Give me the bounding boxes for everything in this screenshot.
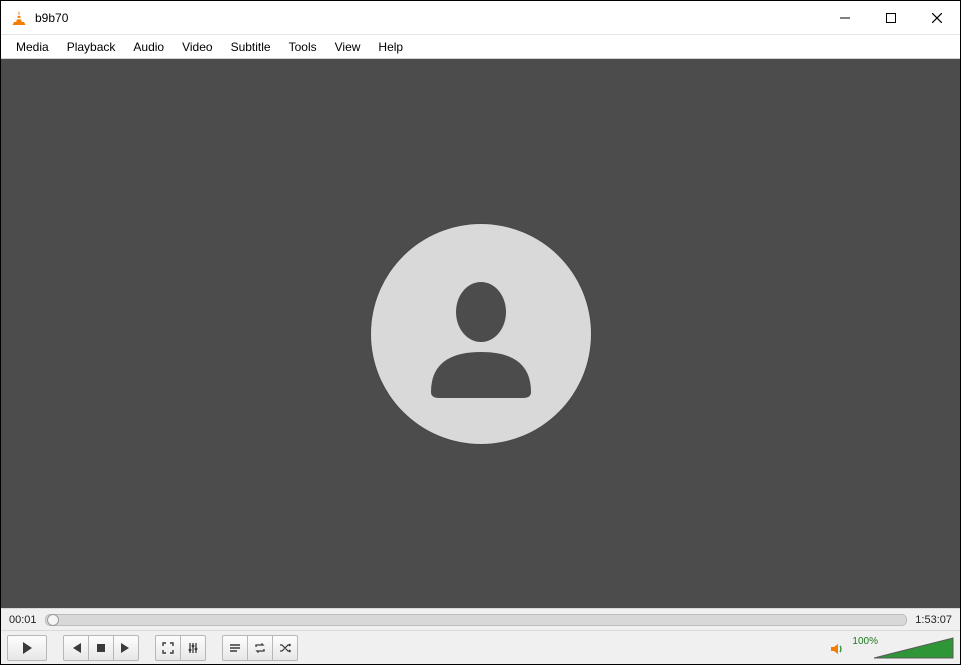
stop-icon bbox=[96, 643, 106, 653]
menu-subtitle[interactable]: Subtitle bbox=[222, 37, 280, 57]
play-button[interactable] bbox=[7, 635, 47, 661]
menu-media[interactable]: Media bbox=[7, 37, 58, 57]
fullscreen-button[interactable] bbox=[155, 635, 181, 661]
playlist-button[interactable] bbox=[222, 635, 248, 661]
shuffle-icon bbox=[279, 642, 291, 654]
seek-row: 00:01 1:53:07 bbox=[1, 608, 960, 630]
stop-button[interactable] bbox=[88, 635, 114, 661]
time-elapsed[interactable]: 00:01 bbox=[9, 614, 37, 626]
app-window: b9b70 Media Playback Audio Video Subtitl… bbox=[0, 0, 961, 665]
loop-icon bbox=[254, 642, 266, 654]
seek-thumb[interactable] bbox=[47, 614, 59, 626]
close-button[interactable] bbox=[914, 2, 960, 34]
play-icon bbox=[20, 641, 34, 655]
speaker-icon bbox=[829, 641, 845, 657]
volume-slider[interactable] bbox=[874, 637, 954, 659]
minimize-button[interactable] bbox=[822, 2, 868, 34]
seek-slider[interactable] bbox=[45, 614, 908, 626]
vlc-cone-icon bbox=[11, 10, 27, 26]
previous-button[interactable] bbox=[63, 635, 89, 661]
view-group bbox=[155, 635, 206, 661]
volume-label: 100% bbox=[852, 636, 878, 647]
menu-playback[interactable]: Playback bbox=[58, 37, 125, 57]
titlebar: b9b70 bbox=[1, 1, 960, 35]
skip-previous-icon bbox=[70, 642, 82, 654]
window-title: b9b70 bbox=[35, 11, 68, 25]
fullscreen-icon bbox=[162, 642, 174, 654]
menu-video[interactable]: Video bbox=[173, 37, 221, 57]
mute-button[interactable] bbox=[828, 641, 846, 657]
skip-next-icon bbox=[120, 642, 132, 654]
maximize-button[interactable] bbox=[868, 2, 914, 34]
menu-help[interactable]: Help bbox=[369, 37, 412, 57]
cover-art-placeholder bbox=[371, 224, 591, 444]
shuffle-button[interactable] bbox=[272, 635, 298, 661]
sliders-icon bbox=[187, 642, 199, 654]
loop-button[interactable] bbox=[247, 635, 273, 661]
controls-row: 100% bbox=[1, 630, 960, 664]
volume-control: 100% bbox=[828, 636, 954, 659]
video-area[interactable] bbox=[1, 59, 960, 608]
menu-audio[interactable]: Audio bbox=[124, 37, 173, 57]
skip-group bbox=[63, 635, 139, 661]
menu-view[interactable]: View bbox=[326, 37, 370, 57]
menubar: Media Playback Audio Video Subtitle Tool… bbox=[1, 35, 960, 59]
extended-settings-button[interactable] bbox=[180, 635, 206, 661]
next-button[interactable] bbox=[113, 635, 139, 661]
menu-tools[interactable]: Tools bbox=[280, 37, 326, 57]
person-icon bbox=[411, 264, 551, 404]
playlist-group bbox=[222, 635, 298, 661]
playlist-icon bbox=[229, 642, 241, 654]
time-total[interactable]: 1:53:07 bbox=[915, 614, 952, 626]
